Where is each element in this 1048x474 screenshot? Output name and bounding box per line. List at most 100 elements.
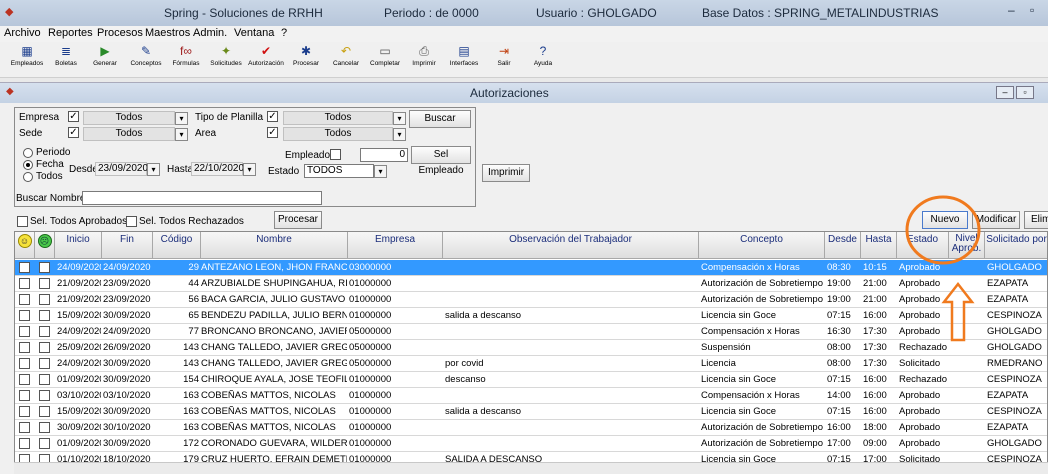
hasta-date-field[interactable]: 22/10/2020: [191, 162, 244, 176]
hasta-calendar-icon[interactable]: ▾: [243, 163, 256, 176]
reject-row-checkbox[interactable]: [39, 342, 50, 353]
approve-row-checkbox[interactable]: [19, 342, 30, 353]
restore-icon[interactable]: ▫: [1030, 3, 1034, 17]
imprimir-button[interactable]: Imprimir: [482, 164, 530, 182]
reject-smiley-header[interactable]: ☹: [35, 232, 55, 259]
sel-rechazados-checkbox[interactable]: [126, 216, 137, 227]
reject-row-checkbox[interactable]: [39, 374, 50, 385]
menu-maestros[interactable]: Maestros: [145, 27, 190, 39]
procesar-button[interactable]: Procesar: [274, 211, 322, 229]
toolbar-conceptos-button[interactable]: ✎ Conceptos: [125, 44, 167, 76]
toolbar-procesar-button[interactable]: ✱ Procesar: [285, 44, 327, 76]
toolbar-formulas-button[interactable]: f∞ Fórmulas: [165, 44, 207, 76]
toolbar-boletas-button[interactable]: ≣ Boletas: [45, 44, 87, 76]
reject-row-checkbox[interactable]: [39, 422, 50, 433]
reject-row-checkbox[interactable]: [39, 438, 50, 449]
table-row[interactable]: 15/09/2020 30/09/2020 65 BENDEZU PADILLA, J…: [15, 308, 1047, 324]
reject-row-checkbox[interactable]: [39, 310, 50, 321]
fecha-radio[interactable]: [23, 160, 33, 170]
table-row[interactable]: 25/09/2020 26/09/2020 143 CHANG TALLEDO, JA…: [15, 340, 1047, 356]
table-row[interactable]: 21/09/2020 23/09/2020 44 ARZUBIALDE SHUPING…: [15, 276, 1047, 292]
col-observacion[interactable]: Observación del Trabajador: [443, 232, 699, 259]
table-row[interactable]: 24/09/2020 24/09/2020 77 BRONCANO BRONCANO,…: [15, 324, 1047, 340]
sede-dropdown-icon[interactable]: ▾: [175, 128, 188, 141]
reject-row-checkbox[interactable]: [39, 278, 50, 289]
tipo-planilla-dropdown-icon[interactable]: ▾: [393, 112, 406, 125]
toolbar-ayuda-button[interactable]: ? Ayuda: [522, 44, 564, 76]
window-minimize-icon[interactable]: –: [996, 86, 1014, 99]
menu-admin[interactable]: Admin.: [193, 27, 227, 39]
sel-aprobados-checkbox[interactable]: [17, 216, 28, 227]
table-row[interactable]: 30/09/2020 30/10/2020 163 COBEÑAS MATTOS, N…: [15, 420, 1047, 436]
toolbar-generar-button[interactable]: ▶ Generar: [84, 44, 126, 76]
col-fin[interactable]: Fin: [102, 232, 153, 259]
toolbar-cancelar-button[interactable]: ↶ Cancelar: [325, 44, 367, 76]
menu-reportes[interactable]: Reportes: [48, 27, 93, 39]
minimize-icon[interactable]: –: [1008, 3, 1015, 17]
approve-row-checkbox[interactable]: [19, 294, 30, 305]
empresa-select[interactable]: Todos: [83, 111, 175, 125]
toolbar-imprimir-button[interactable]: ⎙ Imprimir: [403, 44, 445, 76]
approve-row-checkbox[interactable]: [19, 422, 30, 433]
approve-row-checkbox[interactable]: [19, 326, 30, 337]
col-hasta[interactable]: Hasta: [861, 232, 897, 259]
estado-select[interactable]: TODOS: [304, 164, 374, 178]
sede-checkbox[interactable]: ✓: [68, 127, 79, 138]
col-concepto[interactable]: Concepto: [699, 232, 825, 259]
approve-smiley-header[interactable]: ☺: [15, 232, 35, 259]
eliminar-button[interactable]: Elim: [1024, 211, 1048, 229]
area-checkbox[interactable]: ✓: [267, 127, 278, 138]
menu-archivo[interactable]: Archivo: [4, 27, 41, 39]
col-codigo[interactable]: Código: [153, 232, 201, 259]
empleado-field[interactable]: 0: [360, 148, 408, 162]
buscar-nombre-input[interactable]: [82, 191, 322, 205]
toolbar-empleados-button[interactable]: ▦ Empleados: [6, 44, 48, 76]
toolbar-solicitudes-button[interactable]: ✦ Solicitudes: [205, 44, 247, 76]
reject-row-checkbox[interactable]: [39, 326, 50, 337]
toolbar-interfaces-button[interactable]: ▤ Interfaces: [443, 44, 485, 76]
menu-procesos[interactable]: Procesos: [97, 27, 143, 39]
area-select[interactable]: Todos: [283, 127, 393, 141]
empresa-dropdown-icon[interactable]: ▾: [175, 112, 188, 125]
reject-row-checkbox[interactable]: [39, 358, 50, 369]
col-desde[interactable]: Desde: [825, 232, 861, 259]
table-row[interactable]: 15/09/2020 30/09/2020 163 COBEÑAS MATTOS, N…: [15, 404, 1047, 420]
table-row[interactable]: 01/09/2020 30/09/2020 154 CHIROQUE AYALA, J…: [15, 372, 1047, 388]
col-empresa[interactable]: Empresa: [348, 232, 443, 259]
sel-empleado-button[interactable]: Sel Empleado: [411, 146, 471, 176]
approve-row-checkbox[interactable]: [19, 310, 30, 321]
menu-help[interactable]: ?: [281, 27, 287, 39]
reject-row-checkbox[interactable]: [39, 262, 50, 273]
tipo-planilla-checkbox[interactable]: ✓: [267, 111, 278, 122]
table-row[interactable]: 01/09/2020 30/09/2020 172 CORONADO GUEVARA,…: [15, 436, 1047, 452]
empleado-checkbox[interactable]: [330, 149, 341, 160]
table-row[interactable]: 24/09/2020 24/09/2020 29 ANTEZANO LEON, JHO…: [15, 260, 1047, 276]
desde-calendar-icon[interactable]: ▾: [147, 163, 160, 176]
reject-row-checkbox[interactable]: [39, 406, 50, 417]
toolbar-autorizacion-button[interactable]: ✔ Autorización: [245, 44, 287, 76]
horizontal-scrollbar[interactable]: [14, 462, 1048, 474]
toolbar-completar-button[interactable]: ▭ Completar: [364, 44, 406, 76]
approve-row-checkbox[interactable]: [19, 278, 30, 289]
table-row[interactable]: 03/10/2020 03/10/2020 163 COBEÑAS MATTOS, N…: [15, 388, 1047, 404]
desde-date-field[interactable]: 23/09/2020: [95, 162, 148, 176]
toolbar-salir-button[interactable]: ⇥ Salir: [483, 44, 525, 76]
approve-row-checkbox[interactable]: [19, 262, 30, 273]
approve-row-checkbox[interactable]: [19, 406, 30, 417]
periodo-radio[interactable]: [23, 148, 33, 158]
todos-radio[interactable]: [23, 172, 33, 182]
approve-row-checkbox[interactable]: [19, 374, 30, 385]
reject-row-checkbox[interactable]: [39, 294, 50, 305]
table-row[interactable]: 24/09/2020 30/09/2020 143 CHANG TALLEDO, JA…: [15, 356, 1047, 372]
sede-select[interactable]: Todos: [83, 127, 175, 141]
empresa-checkbox[interactable]: ✓: [68, 111, 79, 122]
table-row[interactable]: 21/09/2020 23/09/2020 56 BACA GARCIA, JULIO…: [15, 292, 1047, 308]
reject-row-checkbox[interactable]: [39, 390, 50, 401]
buscar-button[interactable]: Buscar: [409, 110, 471, 128]
approve-row-checkbox[interactable]: [19, 358, 30, 369]
col-inicio[interactable]: Inicio: [55, 232, 102, 259]
area-dropdown-icon[interactable]: ▾: [393, 128, 406, 141]
estado-dropdown-icon[interactable]: ▾: [374, 165, 387, 178]
col-nombre[interactable]: Nombre: [201, 232, 348, 259]
approve-row-checkbox[interactable]: [19, 390, 30, 401]
